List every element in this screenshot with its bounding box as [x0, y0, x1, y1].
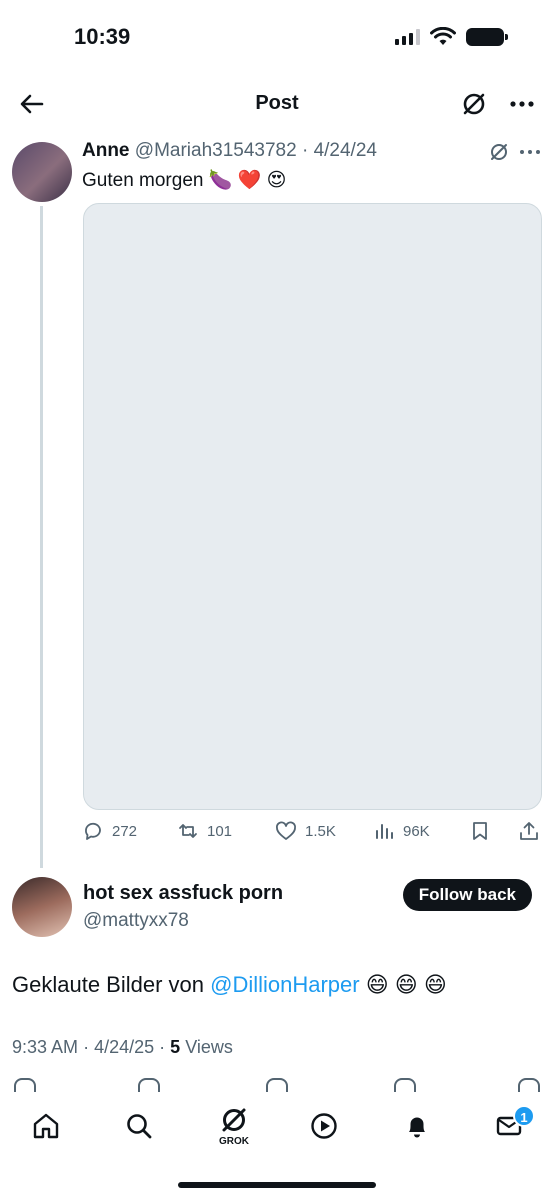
- more-horizontal-icon[interactable]: [508, 90, 536, 118]
- repost-count: 101: [207, 822, 233, 840]
- views-icon: [376, 824, 393, 839]
- share-action[interactable]: [518, 820, 540, 842]
- quoted-author-name[interactable]: Anne: [82, 140, 130, 161]
- quoted-separator: ·: [301, 140, 309, 161]
- wifi-icon: [430, 27, 456, 45]
- status-bar: 10:39: [0, 0, 554, 70]
- post-meta: 9:33 AM · 4/24/25 · 5 Views: [12, 1037, 233, 1058]
- reply-text-end: 😄 😄 😄: [359, 972, 447, 997]
- post-time: 9:33 AM: [12, 1037, 79, 1057]
- views-total: 5: [170, 1037, 181, 1057]
- reply-icon[interactable]: [14, 1078, 36, 1092]
- follow-back-button[interactable]: Follow back: [402, 879, 532, 911]
- nav-grok[interactable]: [214, 1100, 254, 1140]
- play-circle-icon: [311, 1113, 337, 1139]
- bookmark-icon[interactable]: [394, 1078, 416, 1092]
- nav-search[interactable]: [119, 1106, 159, 1146]
- like-count: 1.5K: [305, 822, 336, 840]
- reply-author-avatar[interactable]: [12, 877, 72, 937]
- status-icons: [395, 27, 508, 47]
- grok-nav-label: GROK: [219, 1136, 249, 1147]
- mention-link[interactable]: @DillionHarper: [210, 972, 360, 997]
- nav-video[interactable]: [304, 1106, 344, 1146]
- share-icon[interactable]: [518, 1078, 540, 1092]
- reply-text-start: Geklaute Bilder von: [12, 972, 211, 997]
- views-count: 96K: [403, 822, 430, 840]
- reply-author-name[interactable]: hot sex assfuck porn: [83, 882, 283, 905]
- more-horizontal-icon[interactable]: [518, 141, 542, 163]
- repost-action[interactable]: 101: [177, 820, 232, 842]
- post-date: 4/24/25: [94, 1037, 155, 1057]
- nav-home[interactable]: [26, 1106, 66, 1146]
- bookmark-icon: [473, 822, 487, 840]
- heart-icon: [276, 821, 296, 840]
- views-label: Views: [185, 1037, 233, 1057]
- meta-dot: ·: [159, 1037, 166, 1057]
- reply-icon: [85, 822, 101, 840]
- quoted-post-header: Anne @Mariah31543782 · 4/24/24: [82, 140, 377, 162]
- quoted-author-avatar[interactable]: [12, 142, 72, 202]
- quoted-author-handle[interactable]: @Mariah31543782: [135, 140, 297, 161]
- grok-icon: [222, 1108, 246, 1132]
- thread-line: [40, 206, 43, 868]
- heart-icon[interactable]: [266, 1078, 288, 1092]
- bell-icon: [409, 1117, 425, 1138]
- repost-icon: [179, 824, 197, 838]
- quoted-post-text: Guten morgen 🍆 ❤️ 😍: [82, 170, 287, 191]
- grok-icon[interactable]: [488, 141, 510, 163]
- reply-action[interactable]: 272: [82, 820, 137, 842]
- post-actions: 272 101 1.5K 96K: [82, 820, 542, 846]
- repost-icon[interactable]: [138, 1078, 160, 1092]
- home-indicator: [178, 1182, 376, 1188]
- search-icon: [127, 1114, 152, 1139]
- reply-author-handle[interactable]: @mattyxx78: [83, 910, 189, 932]
- messages-badge: 1: [513, 1105, 535, 1127]
- meta-dot: ·: [83, 1037, 90, 1057]
- reply-actions-peek: [12, 1078, 542, 1092]
- share-icon: [520, 822, 538, 840]
- bookmark-action[interactable]: [469, 820, 491, 842]
- status-time: 10:39: [74, 24, 131, 49]
- post-media-placeholder[interactable]: [83, 203, 542, 810]
- battery-icon: [466, 28, 508, 46]
- cellular-signal-icon: [395, 29, 420, 45]
- nav-notifications[interactable]: [397, 1106, 437, 1146]
- post-header: Post: [0, 82, 554, 126]
- like-action[interactable]: 1.5K: [275, 820, 336, 842]
- grok-icon[interactable]: [460, 90, 488, 118]
- views-action[interactable]: 96K: [373, 820, 430, 842]
- home-icon: [33, 1113, 59, 1139]
- reply-count: 272: [112, 822, 138, 840]
- reply-text: Geklaute Bilder von @DillionHarper 😄 😄 😄: [12, 972, 447, 998]
- quoted-post-date[interactable]: 4/24/24: [314, 140, 377, 161]
